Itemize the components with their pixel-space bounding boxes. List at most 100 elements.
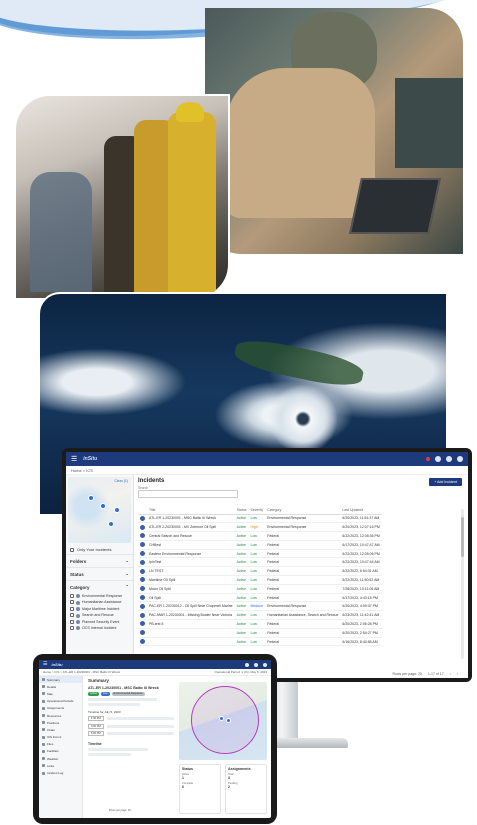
category-section[interactable]: Category ⌃ xyxy=(66,580,133,593)
checkbox[interactable] xyxy=(70,600,74,605)
nav-item[interactable]: Chats xyxy=(39,726,82,733)
checkbox[interactable] xyxy=(70,606,74,611)
prev-page-icon[interactable]: ‹ xyxy=(450,672,451,676)
cell-title xyxy=(147,628,235,638)
map-pin-icon[interactable] xyxy=(88,495,94,501)
incident-type-icon xyxy=(140,551,145,557)
nav-item[interactable]: Files xyxy=(39,741,82,748)
cell-title: ATL-ER 2-20230001 - MV Zeemon Oil Spill xyxy=(147,522,235,533)
category-filter-item[interactable]: OCS Internal Incident xyxy=(66,625,133,631)
table-row[interactable]: CHBest Active Low Federal 6/17/2023, 10:47:4… xyxy=(138,540,382,550)
clear-filter-button[interactable]: Clear (1) xyxy=(114,479,128,483)
category-icon xyxy=(76,613,80,618)
breadcrumb[interactable]: Home > ICS xyxy=(66,466,468,475)
summary-panel: Summary ATL-ER 1-20230001 - MSC Baltic I… xyxy=(86,676,176,818)
column-header[interactable]: Last Updated xyxy=(340,507,382,515)
table-row[interactable]: PAC-MAR 1-20230001 - Missing Boater Near… xyxy=(138,610,382,621)
hurricane-eye-shape xyxy=(268,384,338,454)
column-header[interactable]: Title xyxy=(147,507,235,515)
nav-item[interactable]: Links xyxy=(39,762,82,769)
map-pin-icon[interactable] xyxy=(108,521,114,527)
menu-icon[interactable]: ☰ xyxy=(71,456,77,463)
nav-item[interactable]: Details xyxy=(39,683,82,690)
checkbox[interactable] xyxy=(70,613,74,618)
table-row[interactable]: Eastern Environmental Response Active Low F… xyxy=(138,549,382,559)
assignments-card[interactable]: Assignments Total 3 Pending 2 xyxy=(225,764,267,814)
status-section[interactable]: Status ⌄ xyxy=(66,567,133,580)
help-icon[interactable] xyxy=(254,662,258,667)
nav-item[interactable]: Resources xyxy=(39,712,82,719)
map-pin-icon[interactable] xyxy=(100,503,106,509)
incident-map[interactable] xyxy=(179,682,267,760)
map-pin-icon[interactable] xyxy=(226,718,231,723)
cell-severity: Low xyxy=(248,514,266,524)
table-row[interactable]: PAC-ER 1-20230012 - Oil Spill Near Chopm… xyxy=(138,601,382,612)
incident-summary-screen: ☰ inSitu Home > ICS > ATL-ER 1-20230001 … xyxy=(39,660,271,818)
table-row[interactable]: Maritime Oil Spill Active Low Federal 5/22/2… xyxy=(138,575,382,585)
tablet-topbar: ☰ inSitu xyxy=(39,660,271,669)
nav-item[interactable]: Summary xyxy=(39,676,82,684)
table-row[interactable]: Central Search and Rescue Active Low Federa… xyxy=(138,531,382,541)
map-pin-icon[interactable] xyxy=(219,716,224,721)
nav-item[interactable]: ICS Forms xyxy=(39,734,82,741)
nav-item[interactable]: Map xyxy=(39,690,82,697)
rows-per-page-select[interactable]: Rows per page: 20 xyxy=(393,672,422,676)
nav-icon xyxy=(42,742,45,746)
help-icon[interactable] xyxy=(446,456,452,462)
folders-section[interactable]: Folders ⌄ xyxy=(66,554,133,567)
incident-type-icon xyxy=(140,630,145,636)
incidents-app-screen: ☰ inSitu Home > ICS Clear (1) Only Your … xyxy=(66,452,468,678)
only-mine-toggle[interactable]: Only Your Incidents xyxy=(66,545,133,554)
nav-icon xyxy=(42,757,45,761)
brand-logo[interactable]: inSitu xyxy=(83,456,97,462)
table-row[interactable]: Active Low Federal 6/20/2023, 2:54:27 PM xyxy=(138,628,382,638)
rows-per-page-select[interactable]: Rows per page: 20 xyxy=(109,809,131,812)
table-row[interactable]: LN TEST Active Low Federal 5/22/2023, 6:54:0… xyxy=(138,566,382,577)
mini-map[interactable]: Clear (1) xyxy=(68,477,131,543)
cell-severity: Low xyxy=(248,549,266,559)
cell-updated: 7/28/2023, 10:11:06 AM xyxy=(340,584,382,594)
cell-title: ATL-ER 1-20230001 - MSC Baltic III Wreck xyxy=(147,514,235,524)
checkbox[interactable] xyxy=(70,547,74,552)
map-pin-icon[interactable] xyxy=(114,507,120,513)
table-row[interactable]: ATL-ER 1-20230001 - MSC Baltic III Wreck… xyxy=(138,514,382,524)
brand-logo[interactable]: inSitu xyxy=(51,662,62,667)
cell-status: Active xyxy=(234,637,249,647)
add-incident-button[interactable]: + Add Incident xyxy=(429,478,462,486)
search-input[interactable] xyxy=(138,490,238,498)
table-row[interactable]: Motor Oil Spill Active Low Federal 7/28/2023… xyxy=(138,584,382,594)
nav-icon xyxy=(42,721,45,725)
cell-severity: Medium xyxy=(248,601,266,612)
nav-item[interactable]: Operational Periods xyxy=(39,698,82,705)
cell-severity: Low xyxy=(248,540,266,550)
nav-item[interactable]: Facilities xyxy=(39,748,82,755)
checkbox[interactable] xyxy=(70,594,74,598)
nav-item[interactable]: Incident Log xyxy=(39,769,82,776)
column-header[interactable]: Severity xyxy=(248,507,266,515)
menu-icon[interactable]: ☰ xyxy=(43,662,47,667)
column-header[interactable]: Category xyxy=(265,507,341,515)
table-row[interactable]: Active Low Federal 6/16/2023, 8:40:58 AM xyxy=(138,637,382,647)
operational-period[interactable]: Operational Period: 1 | Fri, May 5, 2023 xyxy=(215,670,267,674)
avatar[interactable] xyxy=(263,662,267,667)
table-row[interactable]: Oil Spill Active Low Federal 6/17/2023, 4:43… xyxy=(138,593,382,603)
avatar[interactable] xyxy=(457,456,463,462)
status-card[interactable]: Status Active 1 Complete 0 xyxy=(179,764,221,814)
cell-status: Active xyxy=(234,593,249,603)
checkbox[interactable] xyxy=(70,626,74,631)
next-page-icon[interactable]: › xyxy=(457,672,458,676)
table-row[interactable]: PB-test 5 Active Low Federal 6/20/2023, 2:06… xyxy=(138,619,382,629)
category-icon xyxy=(76,594,80,599)
nav-item[interactable]: Positions xyxy=(39,719,82,726)
nav-item[interactable]: Assignments xyxy=(39,705,82,712)
bell-icon[interactable] xyxy=(435,456,441,462)
bell-icon[interactable] xyxy=(245,662,249,667)
column-header[interactable]: Status xyxy=(234,507,249,515)
cell-updated: 6/17/2023, 10:47:47 AM xyxy=(340,540,382,550)
checkbox[interactable] xyxy=(70,619,74,624)
vertical-scrollbar[interactable] xyxy=(461,509,464,659)
cell-status: Active xyxy=(234,540,249,550)
nav-item[interactable]: Weather xyxy=(39,755,82,762)
table-row[interactable]: IpInTest Active Low Federal 6/22/2023, 10:47… xyxy=(138,557,382,568)
table-row[interactable]: ATL-ER 2-20230001 - MV Zeemon Oil Spill A… xyxy=(138,522,382,533)
